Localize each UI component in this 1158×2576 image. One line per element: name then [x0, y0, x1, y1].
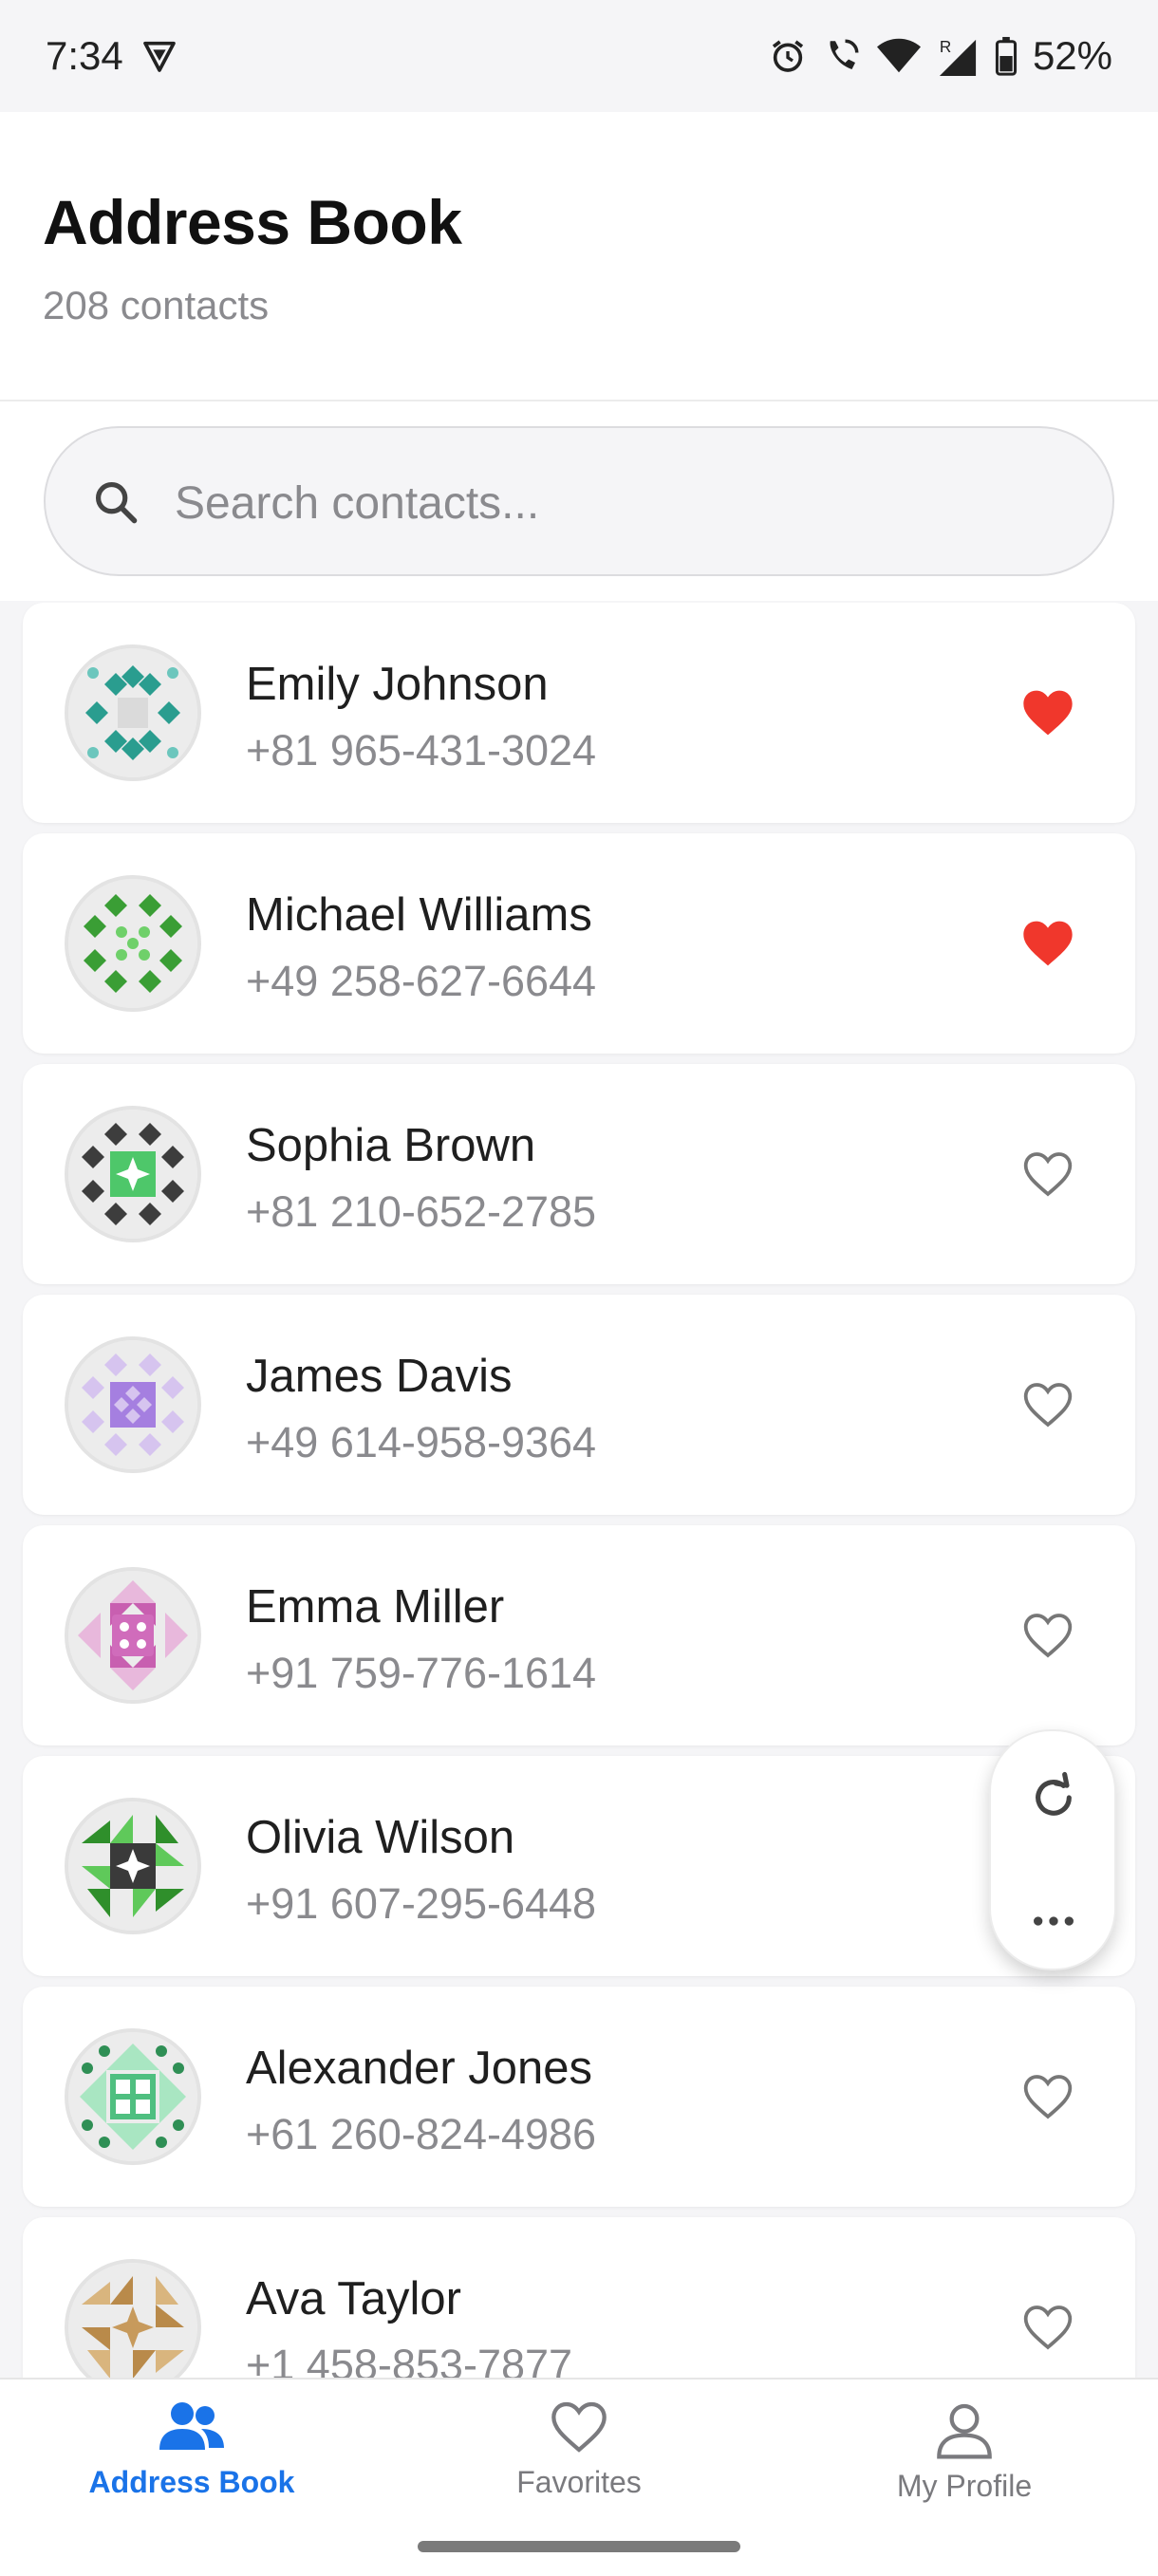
contact-count: 208 contacts	[43, 283, 270, 327]
avatar	[65, 644, 201, 781]
status-bar: 7:34 R 52%	[0, 0, 1158, 112]
search-bar[interactable]	[44, 426, 1114, 576]
contact-card[interactable]: Michael Williams +49 258-627-6644	[23, 833, 1135, 1054]
alarm-icon	[769, 37, 807, 75]
avatar	[65, 2028, 201, 2165]
battery-percent: 52%	[1032, 33, 1112, 78]
contact-phone: +61 260-824-4986	[246, 2110, 597, 2158]
favorite-heart-outline-icon[interactable]	[1021, 1149, 1074, 1199]
person-icon	[822, 2399, 1107, 2459]
contact-phone: +81 210-652-2785	[246, 1187, 597, 1236]
contact-name: Ava Taylor	[246, 2273, 461, 2324]
contact-card[interactable]: Olivia Wilson +91 607-295-6448	[23, 1756, 1135, 1976]
contact-phone: +91 759-776-1614	[246, 1649, 597, 1697]
favorite-heart-filled-icon[interactable]	[1021, 688, 1074, 737]
avatar	[65, 2259, 201, 2378]
heart-outline-icon	[437, 2399, 721, 2455]
nav-label: My Profile	[896, 2469, 1033, 2503]
status-right: R 52%	[769, 33, 1112, 79]
refresh-icon[interactable]	[1027, 1771, 1080, 1829]
page-title: Address Book	[43, 187, 462, 257]
contact-name: Sophia Brown	[246, 1120, 536, 1171]
contact-name: Emily Johnson	[246, 659, 549, 710]
favorite-heart-filled-icon[interactable]	[1021, 919, 1074, 968]
bottom-nav: Address Book Favorites My Profile	[0, 2378, 1158, 2576]
contact-phone: +81 965-431-3024	[246, 726, 597, 775]
nav-address-book[interactable]: Address Book	[49, 2399, 334, 2522]
status-time: 7:34	[46, 33, 123, 78]
contact-list[interactable]: Emily Johnson +81 965-431-3024 Michael W…	[0, 603, 1158, 2378]
favorite-heart-outline-icon[interactable]	[1021, 1380, 1074, 1429]
contact-name: Michael Williams	[246, 889, 592, 941]
battery-icon	[995, 36, 1018, 76]
contact-phone: +1 458-853-7877	[246, 2341, 573, 2378]
nav-label: Favorites	[516, 2465, 642, 2499]
wifi-icon	[876, 37, 921, 75]
avatar	[65, 1106, 201, 1242]
avatar	[65, 875, 201, 1012]
contact-name: Olivia Wilson	[246, 1812, 515, 1863]
vpn-shield-icon	[140, 37, 178, 75]
search-area	[0, 401, 1158, 601]
home-indicator[interactable]	[418, 2541, 740, 2552]
avatar	[65, 1798, 201, 1934]
favorite-heart-outline-icon[interactable]	[1021, 1611, 1074, 1660]
contact-card[interactable]: Sophia Brown +81 210-652-2785	[23, 1064, 1135, 1284]
search-input[interactable]	[173, 457, 1031, 550]
contact-card[interactable]: Alexander Jones +61 260-824-4986	[23, 1987, 1135, 2207]
wifi-call-icon	[822, 36, 862, 76]
status-left: 7:34	[46, 33, 178, 79]
favorite-heart-outline-icon[interactable]	[1021, 2303, 1074, 2352]
contact-card[interactable]: Emma Miller +91 759-776-1614	[23, 1525, 1135, 1745]
favorite-heart-outline-icon[interactable]	[1021, 2072, 1074, 2121]
contact-name: Alexander Jones	[246, 2043, 593, 2094]
svg-text:R: R	[940, 37, 951, 56]
contact-card[interactable]: James Davis +49 614-958-9364	[23, 1295, 1135, 1515]
signal-icon: R	[936, 36, 980, 76]
contact-phone: +91 607-295-6448	[246, 1879, 597, 1928]
more-icon[interactable]	[1027, 1895, 1080, 1952]
nav-my-profile[interactable]: My Profile	[822, 2399, 1107, 2522]
nav-favorites[interactable]: Favorites	[437, 2399, 721, 2522]
floating-action-menu	[989, 1729, 1116, 1970]
contact-phone: +49 258-627-6644	[246, 957, 597, 1005]
app-header: Address Book 208 contacts	[0, 112, 1158, 401]
contact-card[interactable]: Emily Johnson +81 965-431-3024	[23, 603, 1135, 823]
avatar	[65, 1567, 201, 1704]
avatar	[65, 1336, 201, 1473]
contact-card[interactable]: Ava Taylor +1 458-853-7877	[23, 2217, 1135, 2378]
contact-name: Emma Miller	[246, 1581, 505, 1633]
nav-label: Address Book	[88, 2465, 295, 2499]
contact-name: James Davis	[246, 1351, 513, 1402]
contact-phone: +49 614-958-9364	[246, 1418, 597, 1466]
search-icon	[91, 477, 140, 532]
people-icon	[49, 2399, 334, 2455]
